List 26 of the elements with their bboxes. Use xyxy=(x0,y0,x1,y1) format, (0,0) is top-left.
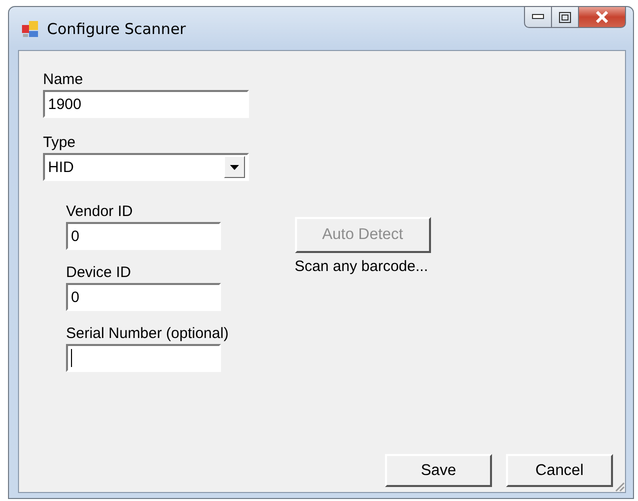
dialog-button[interactable]: Save xyxy=(385,454,492,487)
resize-grip-icon xyxy=(613,480,625,492)
field-label: Vendor ID xyxy=(66,203,134,220)
close-icon xyxy=(595,11,609,23)
input-field[interactable]: 0 xyxy=(66,283,221,311)
scan-hint: Scan any barcode... xyxy=(294,258,429,275)
minimize-icon xyxy=(532,14,544,20)
maximize-button[interactable] xyxy=(552,6,579,28)
app-icon xyxy=(21,20,39,38)
caret-icon xyxy=(230,164,239,170)
input-field[interactable] xyxy=(66,344,221,372)
maximize-icon xyxy=(559,12,571,22)
dropdown-arrow-button[interactable] xyxy=(224,156,245,178)
field-label: Device ID xyxy=(66,264,132,281)
type-label: Type xyxy=(43,134,77,151)
name-label: Name xyxy=(43,71,84,88)
minimize-button[interactable] xyxy=(524,6,552,28)
type-dropdown[interactable]: HID xyxy=(43,153,249,181)
dialog-button[interactable]: Cancel xyxy=(506,454,613,487)
window-title: Configure Scanner xyxy=(47,20,186,38)
name-field[interactable]: 1900 xyxy=(43,90,249,118)
field-label: Serial Number (optional) xyxy=(66,325,229,342)
input-field[interactable]: 0 xyxy=(66,222,221,250)
dropdown-value: HID xyxy=(48,158,74,176)
text-cursor xyxy=(71,349,72,367)
close-button[interactable] xyxy=(579,6,626,28)
